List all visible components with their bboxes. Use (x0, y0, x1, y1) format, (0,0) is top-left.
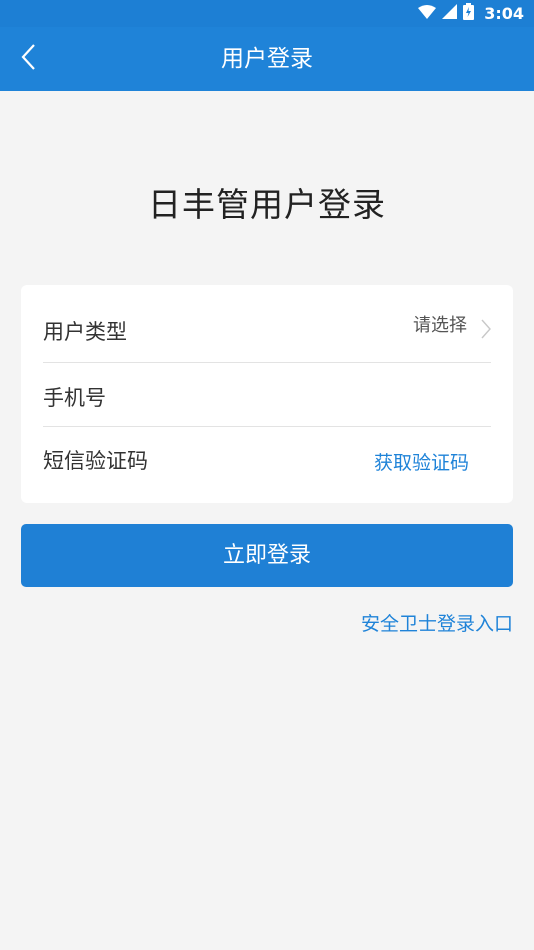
status-bar: 3:04 (0, 0, 534, 27)
page-heading: 日丰管用户登录 (148, 185, 386, 224)
phone-label: 手机号 (43, 386, 106, 410)
chevron-left-icon (20, 43, 36, 75)
wifi-icon (418, 4, 437, 23)
nav-title: 用户登录 (221, 46, 313, 72)
cell-signal-icon (442, 4, 458, 23)
login-form-card: 用户类型 请选择 手机号 短信验证码 获取验证码 (21, 285, 513, 503)
security-login-link[interactable]: 安全卫士登录入口 (361, 609, 513, 636)
user-type-label: 用户类型 (43, 320, 127, 344)
status-icons: 3:04 (418, 0, 524, 27)
get-code-button[interactable]: 获取验证码 (374, 448, 469, 475)
login-button[interactable]: 立即登录 (21, 524, 513, 587)
user-type-row[interactable]: 用户类型 请选择 (43, 285, 491, 363)
phone-row: 手机号 (43, 362, 491, 427)
phone-input[interactable] (153, 374, 487, 416)
sms-code-input[interactable] (183, 440, 357, 482)
chevron-right-icon (481, 319, 491, 343)
user-type-placeholder: 请选择 (413, 315, 467, 336)
status-time: 3:04 (484, 4, 524, 23)
login-screen: 3:04 用户登录 日丰管用户登录 用户类型 请选择 手机号 短信验证码 获取验… (0, 0, 534, 950)
back-button[interactable] (10, 41, 46, 77)
user-type-select[interactable]: 请选择 (413, 311, 491, 343)
sms-code-row: 短信验证码 获取验证码 (43, 426, 491, 503)
battery-icon (463, 3, 475, 24)
nav-bar: 用户登录 (0, 27, 534, 91)
sms-code-label: 短信验证码 (43, 449, 148, 473)
